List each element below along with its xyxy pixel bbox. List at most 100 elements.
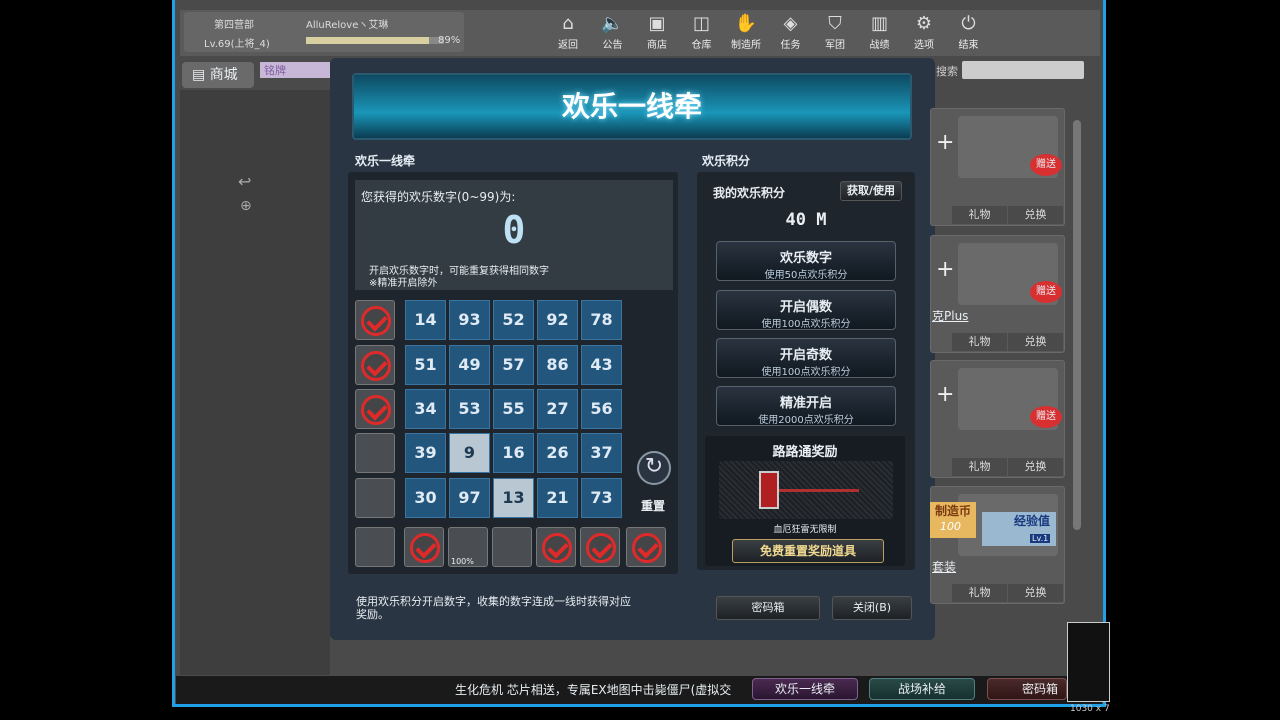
reset-button[interactable]: ↻ — [637, 451, 671, 485]
glove-icon: ✋ — [734, 13, 758, 34]
column-reward — [492, 527, 532, 567]
resolution-text: 1030 x 7 — [1070, 704, 1110, 714]
reward-badge: 100% — [451, 557, 474, 566]
action-cost: 使用2000点欢乐积分 — [758, 415, 854, 426]
exchange-button[interactable]: 兑换 — [1008, 584, 1063, 602]
number-cell: 55 — [493, 389, 534, 429]
exchange-button[interactable]: 兑换 — [1008, 206, 1063, 224]
action-button[interactable]: 开启偶数使用100点欢乐积分 — [716, 290, 896, 330]
ticket-icon: ◈ — [783, 13, 798, 34]
number-cell: 73 — [581, 478, 622, 518]
my-points-label: 我的欢乐积分 — [713, 186, 786, 200]
item-name[interactable]: 套装 — [932, 558, 956, 575]
item-name[interactable]: 克Plus — [932, 307, 968, 324]
nav-bag[interactable]: ◫ 仓库 — [679, 12, 725, 52]
rotate-icon[interactable]: ↩ — [238, 172, 251, 191]
number-info: 您获得的欢乐数字(0~99)为: 0 开启欢乐数字时，可能重复获得相同数字 ※精… — [355, 180, 673, 290]
gear-icon: ⚙ — [915, 13, 933, 34]
action-button[interactable]: 欢乐数字 使用50点欢乐积分 — [716, 241, 896, 281]
nav-label: 结束 — [958, 40, 979, 51]
check-icon — [542, 533, 572, 563]
number-prompt: 您获得的欢乐数字(0~99)为: — [361, 190, 516, 204]
password-box-button[interactable]: 密码箱 — [716, 596, 820, 620]
tab-battle-supply[interactable]: 战场补给 — [869, 678, 975, 700]
gift-button[interactable]: 礼物 — [952, 584, 1007, 602]
row-reward — [355, 478, 395, 518]
number-cell: 93 — [449, 300, 490, 340]
check-icon — [410, 533, 440, 563]
zoom-icon[interactable]: ⊕ — [240, 198, 252, 214]
number-cell: 92 — [537, 300, 578, 340]
nav-home[interactable]: ⌂ 返回 — [545, 12, 591, 52]
number-cell: 97 — [449, 478, 490, 518]
current-number: 0 — [502, 208, 526, 252]
number-cell: 51 — [405, 345, 446, 385]
number-cell: 39 — [405, 433, 446, 473]
number-cell: 9 — [449, 433, 490, 473]
reward-weapon-image — [719, 461, 893, 519]
number-cell: 37 — [581, 433, 622, 473]
shop-icon: ▣ — [648, 13, 666, 34]
number-cell: 43 — [581, 345, 622, 385]
action-button[interactable]: 开启奇数 使用100点欢乐积分 — [716, 338, 896, 378]
gift-button[interactable]: 礼物 — [952, 206, 1007, 224]
right-section-title: 欢乐积分 — [702, 154, 751, 168]
column-reward — [626, 527, 666, 567]
action-title: 精准开启 — [779, 396, 832, 411]
check-icon — [361, 351, 391, 381]
action-title: 开启奇数 — [779, 348, 832, 363]
action-cost: 使用50点欢乐积分 — [764, 270, 848, 281]
number-cell: 56 — [581, 389, 622, 429]
exp-level: Lv.1 — [1030, 534, 1051, 543]
action-title: 开启偶数 — [779, 300, 832, 315]
get-use-button[interactable]: 获取/使用 — [840, 181, 902, 201]
search-input[interactable] — [962, 61, 1084, 79]
chart-icon: ▥ — [870, 13, 888, 34]
gift-button[interactable]: 礼物 — [952, 458, 1007, 476]
shop-title[interactable]: ▤ 商城 — [182, 62, 254, 88]
check-icon — [361, 306, 391, 336]
left-section-title: 欢乐一线牵 — [355, 154, 416, 168]
number-cell: 27 — [537, 389, 578, 429]
number-cell: 49 — [449, 345, 490, 385]
nav-shield[interactable]: ⛉ 军团 — [812, 12, 858, 52]
reward-title: 路路通奖励 — [772, 445, 838, 460]
tab-lucky-line[interactable]: 欢乐一线牵 — [752, 678, 858, 700]
nav-glove[interactable]: ✋ 制造所 — [723, 12, 769, 52]
nav-gear[interactable]: ⚙ 选项 — [901, 12, 947, 52]
row-reward — [355, 433, 395, 473]
exchange-button[interactable]: 兑换 — [1008, 458, 1063, 476]
news-ticker: 生化危机 芯片相送，专属EX地图中击毙僵尸(虚拟交 — [455, 683, 732, 697]
number-cell: 34 — [405, 389, 446, 429]
nav-shop[interactable]: ▣ 商店 — [634, 12, 680, 52]
scrollbar[interactable] — [1073, 120, 1081, 530]
tab-nameplate[interactable]: 铭牌 — [260, 62, 330, 78]
shop-icon: ▤ — [192, 67, 210, 83]
row-reward — [355, 300, 395, 340]
close-button[interactable]: 关闭(B) — [832, 596, 912, 620]
refresh-icon: ↻ — [644, 454, 664, 479]
points-value: 40 M — [785, 210, 827, 230]
tab-password-box[interactable]: 密码箱 — [987, 678, 1067, 700]
nav-label: 制造所 — [731, 40, 761, 51]
nav-label: 公告 — [602, 40, 623, 51]
check-icon — [586, 533, 616, 563]
action-cost: 使用100点欢乐积分 — [761, 319, 851, 330]
nav-speaker[interactable]: 🔈 公告 — [590, 12, 636, 52]
free-reset-reward-button[interactable]: 免费重置奖励道具 — [732, 539, 884, 563]
gift-button[interactable]: 礼物 — [952, 333, 1007, 351]
nav-ticket[interactable]: ◈ 任务 — [768, 12, 814, 52]
home-icon: ⌂ — [562, 13, 574, 34]
number-cell: 14 — [405, 300, 446, 340]
shield-icon: ⛉ — [828, 13, 842, 34]
nav-chart[interactable]: ▥ 战绩 — [857, 12, 903, 52]
action-button[interactable]: 精准开启使用2000点欢乐积分 — [716, 386, 896, 426]
exchange-button[interactable]: 兑换 — [1008, 333, 1063, 351]
search-label: 搜索 — [936, 65, 958, 78]
nav-label: 选项 — [914, 40, 934, 51]
thumbnail-overlay — [1067, 622, 1110, 702]
nav-power[interactable]: ⏻ 结束 — [946, 12, 992, 52]
nav-label: 战绩 — [869, 40, 890, 51]
column-reward: 100% — [448, 527, 488, 567]
number-cell: 86 — [537, 345, 578, 385]
